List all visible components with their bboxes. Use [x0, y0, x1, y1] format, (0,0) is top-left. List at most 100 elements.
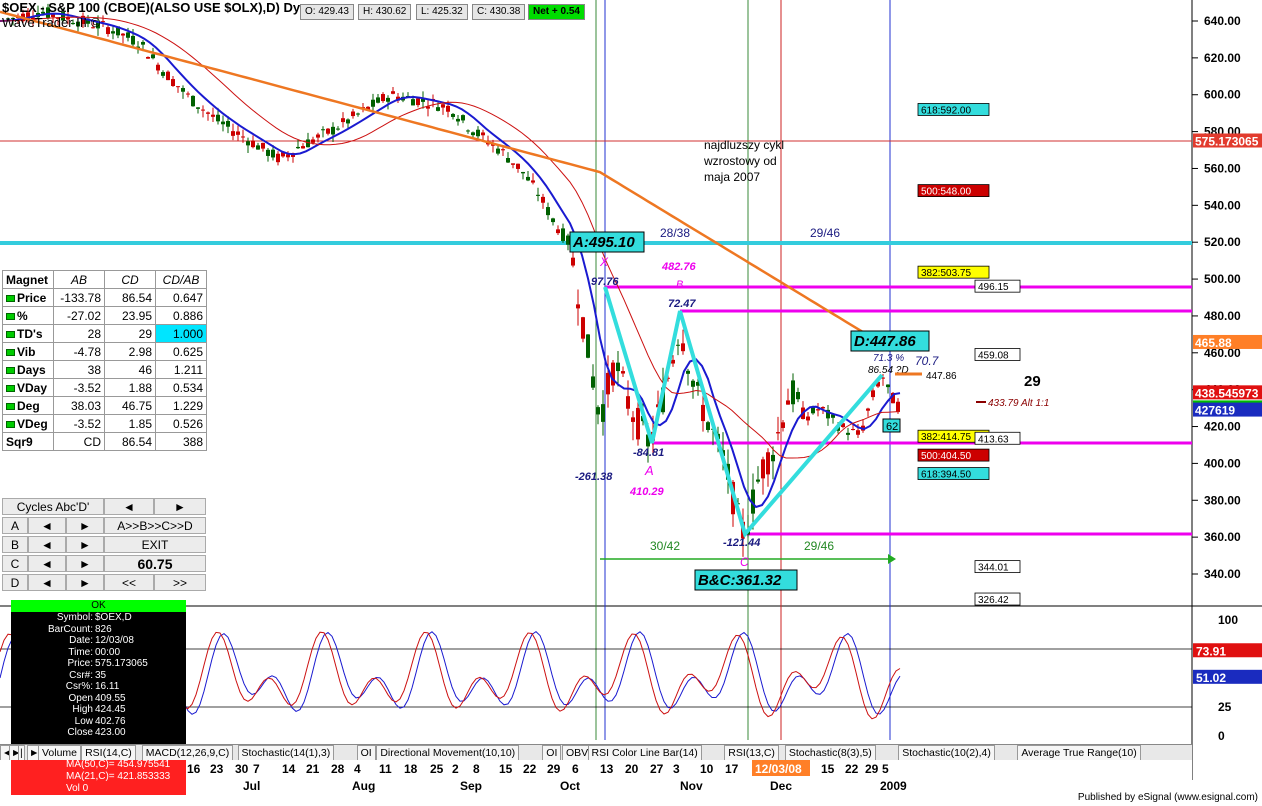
candle-body: [181, 88, 185, 92]
cycles-value: 60.75: [104, 555, 206, 572]
magnet-row-label[interactable]: Vib: [2, 342, 54, 361]
alt-projection: 433.79 Alt 1:1: [988, 398, 1049, 409]
x-month-label: 2009: [880, 779, 907, 793]
candle-body: [601, 404, 605, 422]
candle-body: [896, 401, 900, 412]
moving-average-item: Vol 0: [66, 783, 89, 794]
magnet-cell-ratio: 0.534: [155, 378, 207, 397]
cycles-rewind-button[interactable]: <<: [104, 574, 154, 591]
symbol-info-key: Csr#:: [69, 669, 93, 681]
magnet-row-label[interactable]: TD's: [2, 324, 54, 343]
candle-body: [386, 97, 390, 102]
magnet-row-label[interactable]: Days: [2, 360, 54, 379]
candle-body: [336, 128, 340, 130]
study-tab[interactable]: OI: [542, 745, 562, 760]
x-day-tick: 18: [404, 762, 418, 776]
cycles-prev-button[interactable]: ◄: [104, 498, 154, 515]
price-tag-label: 427619: [1195, 404, 1235, 418]
price-tick-label: 540.00: [1204, 198, 1241, 212]
symbol-info-value: 423.00: [95, 727, 126, 738]
level-box: 344.01: [974, 560, 1021, 574]
study-tab[interactable]: Stochastic(10(2),4): [898, 745, 995, 760]
cycles-row-A[interactable]: A: [2, 517, 28, 534]
magnet-row-label[interactable]: VDay: [2, 378, 54, 397]
cycles-next-button[interactable]: ►: [154, 498, 206, 515]
candle-body: [416, 98, 420, 106]
candle-body: [701, 404, 705, 422]
toggle-icon[interactable]: [6, 348, 15, 356]
osc-tick-label: 0: [1218, 729, 1225, 743]
candle-body: [436, 107, 440, 111]
cycles-row-left-button[interactable]: ◄: [28, 574, 66, 591]
toggle-icon[interactable]: [6, 420, 15, 428]
candle-body: [381, 94, 385, 102]
magnet-row: VDay -3.52 1.88 0.534: [2, 378, 207, 397]
magnet-cell-ratio: 1.229: [155, 396, 207, 415]
magnet-row-label[interactable]: VDeg: [2, 414, 54, 433]
x-month-label: Nov: [680, 779, 703, 793]
magnet-cell-ab: 38.03: [53, 396, 105, 415]
toggle-icon[interactable]: [6, 312, 15, 320]
cycles-row-C[interactable]: C: [2, 555, 28, 572]
toggle-icon[interactable]: [6, 402, 15, 410]
magnet-cell-ratio: 388: [155, 432, 207, 451]
point-d-ratio: 70.7: [915, 354, 940, 368]
study-tab[interactable]: RSI Color Line Bar(14): [587, 745, 702, 760]
toggle-icon[interactable]: [6, 330, 15, 338]
cycles-forward-button[interactable]: >>: [154, 574, 206, 591]
level-box: 500:548.00: [917, 184, 990, 198]
cycles-row-D[interactable]: D: [2, 574, 28, 591]
symbol-info-row: Csr%: 16.11: [11, 681, 186, 693]
cycles-row-right-button[interactable]: ►: [66, 574, 104, 591]
x-day-tick: 16: [187, 762, 201, 776]
magnet-cell-ratio: 0.647: [155, 288, 207, 307]
cycles-exit-button[interactable]: EXIT: [104, 536, 206, 553]
candle-body: [636, 407, 640, 440]
cycles-row-left-button[interactable]: ◄: [28, 555, 66, 572]
study-tab[interactable]: MACD(12,26,9,C): [141, 745, 234, 760]
cycles-sequence-button[interactable]: A>>B>>C>>D: [104, 517, 206, 534]
magnet-cell-cd: 46.75: [104, 396, 156, 415]
toggle-icon[interactable]: [6, 366, 15, 374]
price-tag-label: 575.173065: [1195, 135, 1259, 149]
study-tab[interactable]: Stochastic(8(3),5): [784, 745, 876, 760]
point-d-box: D:447.86: [854, 333, 916, 350]
cycles-row-right-button[interactable]: ►: [66, 517, 104, 534]
cycles-row-B[interactable]: B: [2, 536, 28, 553]
magnet-row-label[interactable]: Sqr9: [2, 432, 54, 451]
candle-body: [871, 390, 875, 398]
cycles-row-left-button[interactable]: ◄: [28, 536, 66, 553]
cycles-row-right-button[interactable]: ►: [66, 536, 104, 553]
candle-body: [886, 384, 890, 388]
cycles-row-left-button[interactable]: ◄: [28, 517, 66, 534]
magnet-row-label[interactable]: %: [2, 306, 54, 325]
study-tab[interactable]: RSI(14,C): [81, 745, 136, 760]
study-tab[interactable]: Stochastic(14(1),3): [237, 745, 335, 760]
magnet-row-label[interactable]: Deg: [2, 396, 54, 415]
candle-body: [456, 118, 460, 122]
tab-scroll-icon[interactable]: |: [18, 745, 25, 760]
study-tab[interactable]: RSI(13,C): [724, 745, 779, 760]
magnet-row: TD's 28 29 1.000: [2, 324, 207, 343]
count-label-30-42: 30/42: [650, 539, 680, 553]
toggle-icon[interactable]: [6, 294, 15, 302]
study-tab[interactable]: Volume: [38, 745, 82, 760]
study-tab[interactable]: Directional Movement(10,10): [376, 745, 520, 760]
candle-body: [616, 362, 620, 372]
quote-low: L: 425.32: [416, 4, 468, 20]
ok-button[interactable]: OK: [11, 600, 186, 612]
candle-body: [331, 126, 335, 135]
candle-body: [236, 131, 240, 135]
study-tab[interactable]: OI: [356, 745, 376, 760]
point-x-value: 97.76: [591, 276, 619, 288]
cycles-row-right-button[interactable]: ►: [66, 555, 104, 572]
x-day-tick: 15: [821, 762, 835, 776]
magnet-cell-cd: 86.54: [104, 288, 156, 307]
price-tick-label: 620.00: [1204, 51, 1241, 65]
study-tab[interactable]: Average True Range(10): [1017, 745, 1141, 760]
candle-body: [571, 257, 575, 266]
toggle-icon[interactable]: [6, 384, 15, 392]
magnet-row-label[interactable]: Price: [2, 288, 54, 307]
price-tag-label: 465.88: [1195, 336, 1232, 350]
candle-body: [411, 99, 415, 106]
